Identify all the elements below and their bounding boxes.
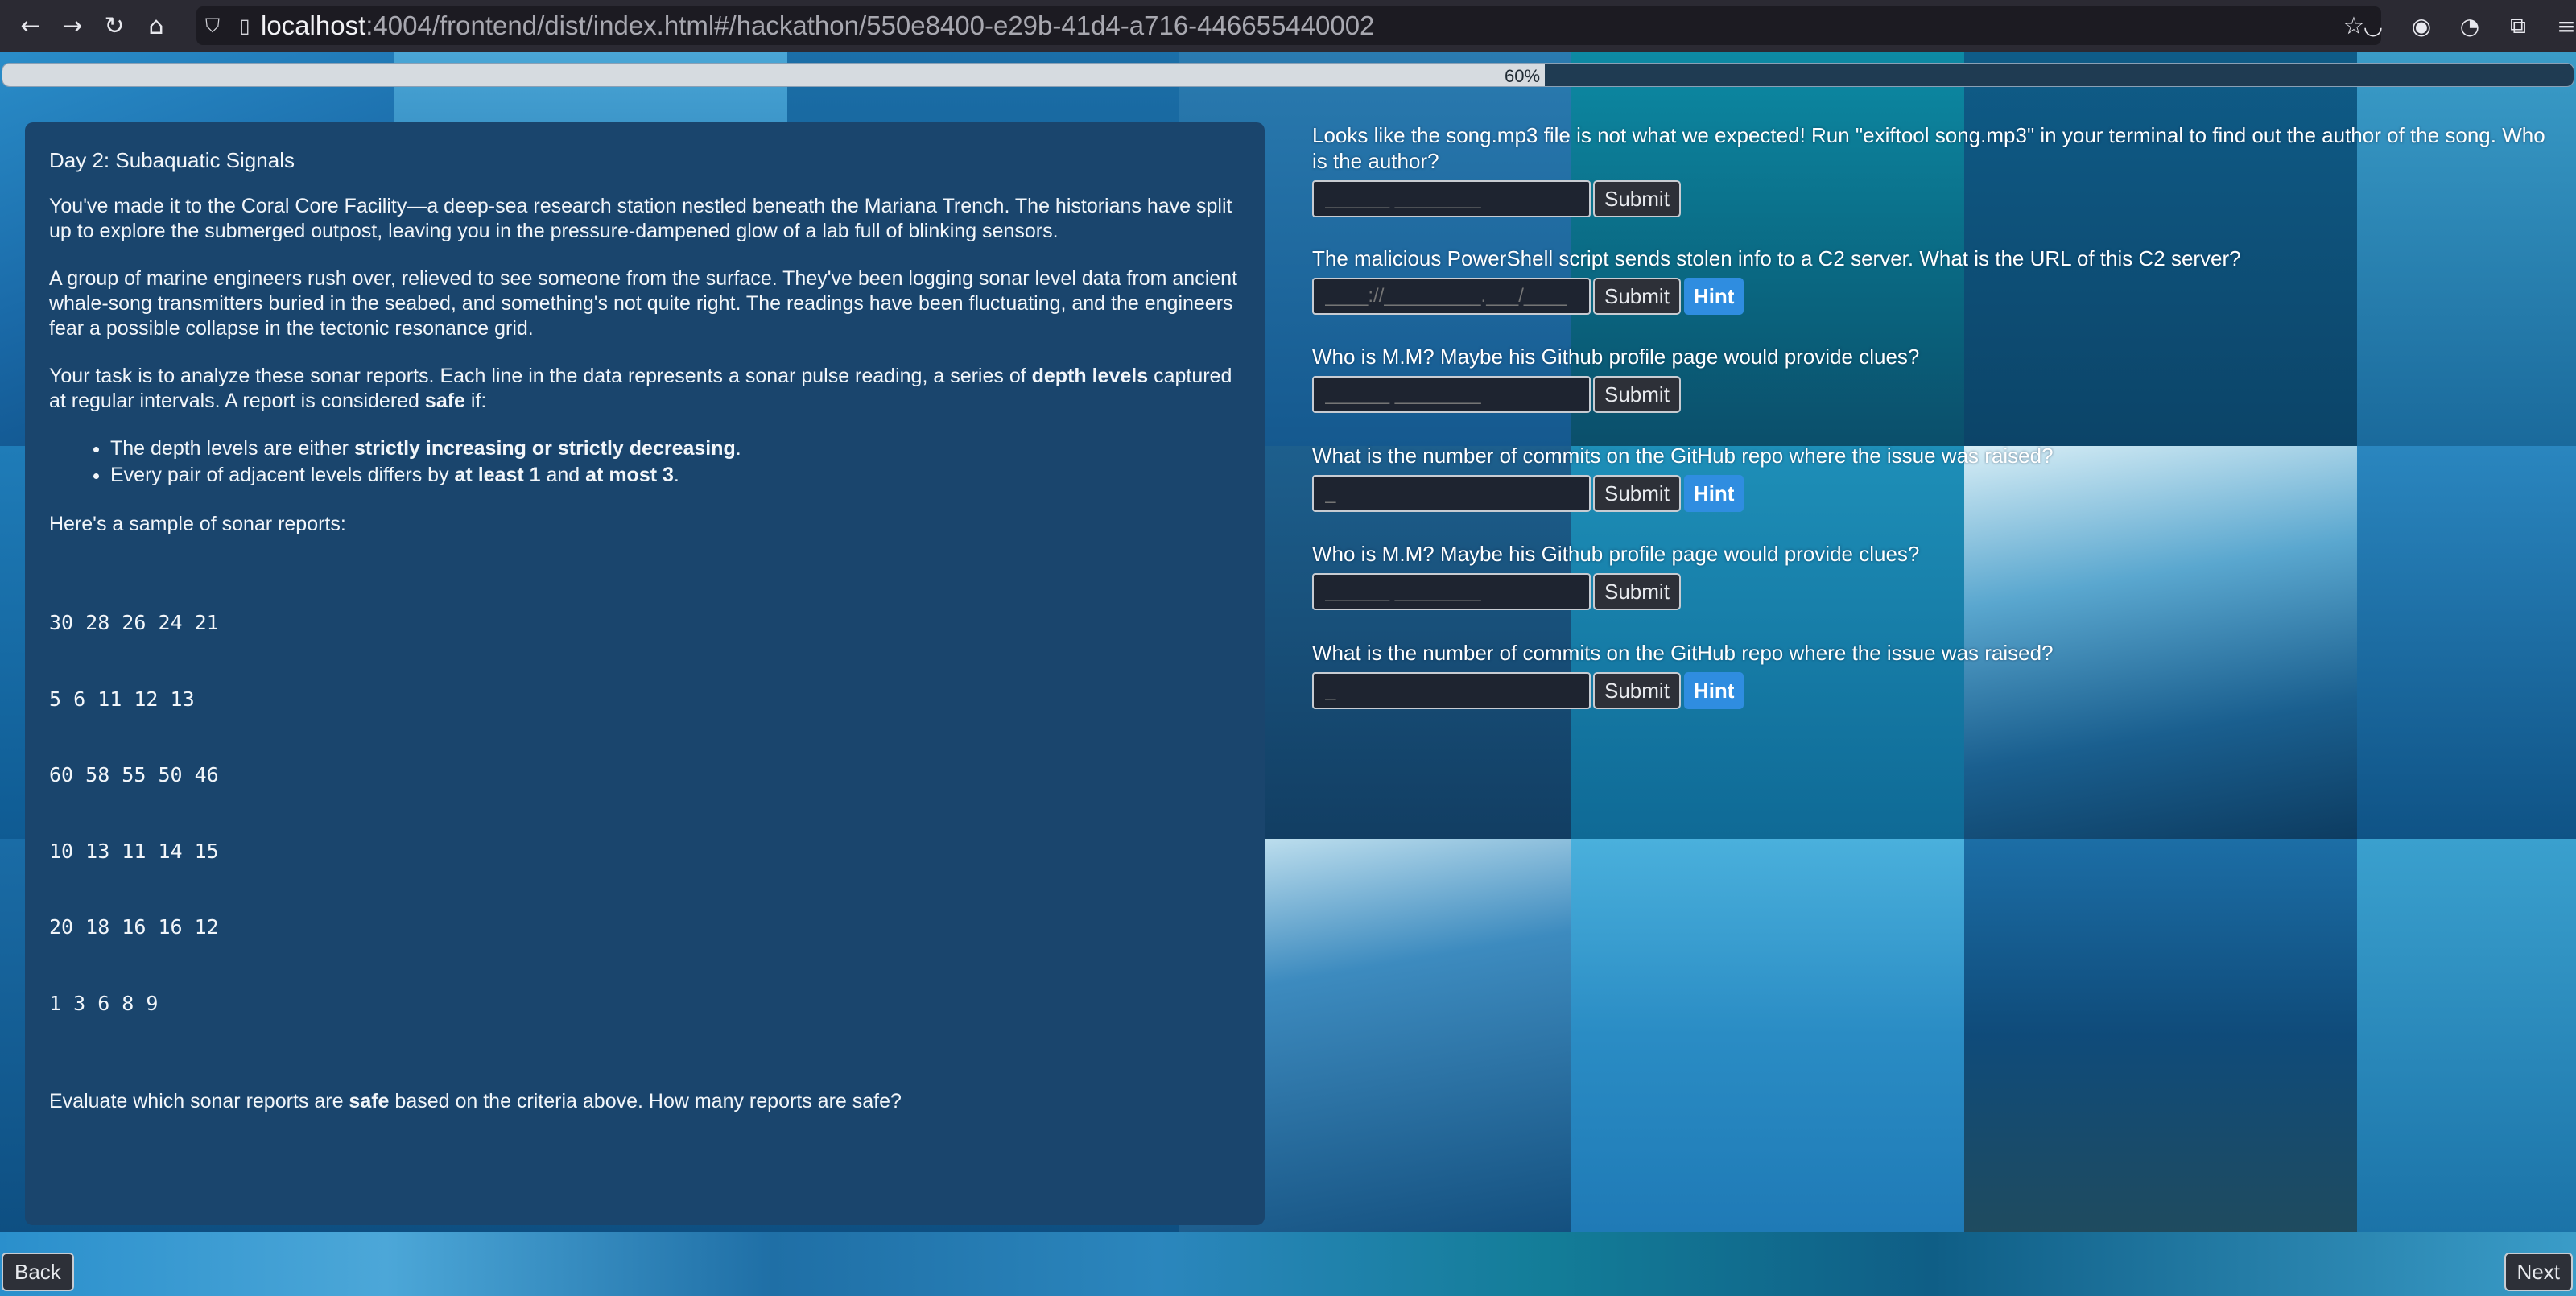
- text-bold: safe: [349, 1090, 390, 1112]
- hint-button[interactable]: Hint: [1683, 278, 1744, 315]
- answer-input[interactable]: [1312, 573, 1591, 610]
- question-text: Looks like the song.mp3 file is not what…: [1312, 123, 2545, 173]
- menu-icon[interactable]: ≡: [2549, 8, 2576, 43]
- submit-button[interactable]: Submit: [1593, 475, 1681, 512]
- url-host: localhost: [261, 10, 366, 40]
- url-text[interactable]: localhost:4004/frontend/dist/index.html#…: [261, 10, 1374, 41]
- sample-reports: 30 28 26 24 21 5 6 11 12 13 60 58 55 50 …: [49, 559, 1241, 1067]
- text-run: Every pair of adjacent levels differs by: [110, 464, 455, 486]
- text-bold: at most 3: [585, 464, 674, 486]
- text-run: .: [673, 464, 679, 486]
- page-icon[interactable]: ▯: [229, 10, 261, 42]
- question-text: What is the number of commits on the Git…: [1312, 641, 2054, 665]
- text-bold: safe: [424, 390, 465, 412]
- answer-row: Submit: [1312, 180, 1681, 217]
- answer-row: Submit Hint: [1312, 278, 1744, 315]
- answer-row: Submit: [1312, 573, 1681, 610]
- question-1: Looks like the song.mp3 file is not what…: [1312, 122, 2552, 217]
- sample-line: 10 13 11 14 15: [49, 839, 219, 863]
- pocket-icon[interactable]: ◡: [2355, 8, 2391, 43]
- text-run: .: [735, 437, 741, 460]
- question-3: Who is M.M? Maybe his Github profile pag…: [1312, 344, 2552, 413]
- url-bar[interactable]: ⛉ ▯ localhost:4004/frontend/dist/index.h…: [196, 6, 2381, 45]
- answer-input[interactable]: [1312, 180, 1591, 217]
- shield-icon[interactable]: ⛉: [196, 10, 229, 42]
- sample-line: 1 3 6 8 9: [49, 991, 159, 1015]
- account-icon[interactable]: ◉: [2404, 8, 2439, 43]
- answer-row: Submit Hint: [1312, 475, 1744, 512]
- next-button[interactable]: Next: [2504, 1253, 2573, 1291]
- answer-input[interactable]: [1312, 376, 1591, 413]
- story-panel: Day 2: Subaquatic Signals You've made it…: [25, 122, 1265, 1225]
- hint-button[interactable]: Hint: [1683, 475, 1744, 512]
- question-text: The malicious PowerShell script sends st…: [1312, 246, 2241, 270]
- reload-icon[interactable]: ↻: [97, 8, 132, 43]
- criteria-item: The depth levels are either strictly inc…: [110, 436, 1241, 461]
- hint-button[interactable]: Hint: [1683, 672, 1744, 709]
- submit-button[interactable]: Submit: [1593, 376, 1681, 413]
- url-path: :4004/frontend/dist/index.html#/hackatho…: [365, 10, 1375, 40]
- answer-row: Submit Hint: [1312, 672, 1744, 709]
- story-paragraph-3: Your task is to analyze these sonar repo…: [49, 364, 1241, 414]
- text-run: based on the criteria above. How many re…: [389, 1090, 902, 1112]
- text-run: if:: [464, 390, 487, 412]
- question-5: Who is M.M? Maybe his Github profile pag…: [1312, 541, 2552, 610]
- progress-fill: [2, 64, 1545, 86]
- story-paragraph-1: You've made it to the Coral Core Facilit…: [49, 195, 1232, 242]
- back-arrow-icon[interactable]: ←: [13, 8, 48, 43]
- forward-arrow-icon[interactable]: →: [55, 8, 90, 43]
- answer-input[interactable]: [1312, 278, 1591, 315]
- back-button[interactable]: Back: [2, 1253, 74, 1291]
- sample-line: 20 18 16 16 12: [49, 915, 219, 939]
- toolbar-icons: ◡ ◉ ◔ ⧉ ≡: [2343, 8, 2576, 43]
- progress-bar: 60%: [2, 63, 2574, 87]
- submit-button[interactable]: Submit: [1593, 672, 1681, 709]
- text-bold: at least 1: [454, 464, 541, 486]
- text-bold: depth levels: [1031, 365, 1149, 387]
- text-run: and: [540, 464, 586, 486]
- criteria-item: Every pair of adjacent levels differs by…: [110, 463, 1241, 488]
- question-text: Who is M.M? Maybe his Github profile pag…: [1312, 542, 1920, 566]
- closing-question: Evaluate which sonar reports are safe ba…: [49, 1089, 1241, 1114]
- sample-line: 5 6 11 12 13: [49, 687, 195, 711]
- text-bold: strictly increasing or strictly decreasi…: [353, 437, 736, 460]
- text-run: Your task is to analyze these sonar repo…: [49, 365, 1032, 387]
- story-paragraph-2: A group of marine engineers rush over, r…: [49, 267, 1238, 340]
- answer-input[interactable]: [1312, 672, 1591, 709]
- text-run: Evaluate which sonar reports are: [49, 1090, 349, 1112]
- submit-button[interactable]: Submit: [1593, 180, 1681, 217]
- question-4: What is the number of commits on the Git…: [1312, 443, 2552, 512]
- story-title: Day 2: Subaquatic Signals: [49, 148, 295, 172]
- sample-intro: Here's a sample of sonar reports:: [49, 513, 346, 535]
- question-text: What is the number of commits on the Git…: [1312, 444, 2054, 468]
- home-icon[interactable]: ⌂: [138, 8, 174, 43]
- browser-toolbar: ← → ↻ ⌂ ⛉ ▯ localhost:4004/frontend/dist…: [0, 0, 2576, 52]
- question-text: Who is M.M? Maybe his Github profile pag…: [1312, 345, 1920, 369]
- criteria-list: The depth levels are either strictly inc…: [110, 436, 1241, 488]
- extensions-icon[interactable]: ⧉: [2500, 8, 2536, 43]
- answer-row: Submit: [1312, 376, 1681, 413]
- submit-button[interactable]: Submit: [1593, 573, 1681, 610]
- sample-line: 60 58 55 50 46: [49, 763, 219, 786]
- text-run: The depth levels are either: [110, 437, 354, 460]
- sample-line: 30 28 26 24 21: [49, 611, 219, 634]
- progress-label: 60%: [1505, 66, 1541, 86]
- extension-mask-icon[interactable]: ◔: [2452, 8, 2487, 43]
- question-2: The malicious PowerShell script sends st…: [1312, 246, 2552, 315]
- submit-button[interactable]: Submit: [1593, 278, 1681, 315]
- answer-input[interactable]: [1312, 475, 1591, 512]
- question-6: What is the number of commits on the Git…: [1312, 640, 2552, 709]
